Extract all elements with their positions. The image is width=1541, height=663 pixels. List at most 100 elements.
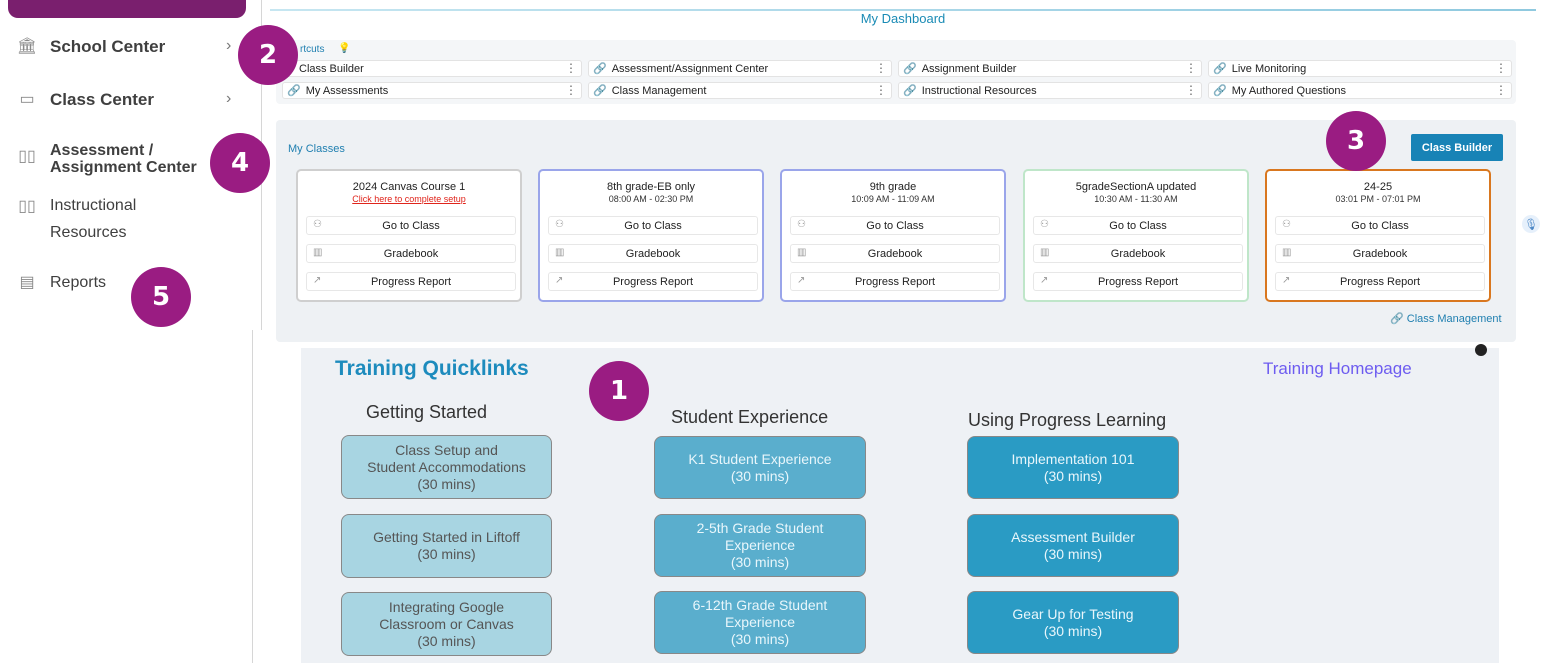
shortcut-label: My Authored Questions xyxy=(1231,84,1347,97)
action-label: Progress Report xyxy=(612,275,694,288)
school-icon: 🏛 xyxy=(16,38,38,55)
sidebar-item-class-center[interactable]: ▭ Class Center xyxy=(16,89,154,110)
action-label: Gradebook xyxy=(1110,247,1166,260)
class-time: 03:01 PM - 07:01 PM xyxy=(1335,194,1421,204)
more-options-icon[interactable]: ⋮ xyxy=(565,83,577,98)
sidebar-item-label: School Center xyxy=(50,37,166,56)
go-to-class-button[interactable]: ⚇ Go to Class xyxy=(790,216,1000,235)
training-button-gear-up[interactable]: Gear Up for Testing (30 mins) xyxy=(967,591,1179,654)
chevron-right-icon: › xyxy=(226,90,232,107)
class-builder-button[interactable]: Class Builder xyxy=(1411,134,1503,161)
shortcut-my-assessments[interactable]: 🔗 My Assessments ⋮ xyxy=(282,82,582,99)
go-to-class-button[interactable]: ⚇ Go to Class xyxy=(1033,216,1243,235)
more-options-icon[interactable]: ⋮ xyxy=(875,83,887,98)
action-label: Go to Class xyxy=(382,219,440,232)
gradebook-button[interactable]: ▥ Gradebook xyxy=(306,244,516,263)
link-icon: 🔗 xyxy=(593,85,607,97)
training-button-assessment-builder[interactable]: Assessment Builder (30 mins) xyxy=(967,514,1179,577)
sidebar-item-label: Reports xyxy=(50,274,107,291)
callout-badge: 1 xyxy=(589,361,649,421)
class-management-label: Class Management xyxy=(1406,313,1502,325)
link-icon: 🔗 xyxy=(1213,85,1227,97)
shortcut-live-monitoring[interactable]: 🔗 Live Monitoring ⋮ xyxy=(1208,60,1512,77)
people-icon: ⚇ xyxy=(797,219,806,230)
class-card: 8th grade-EB only 08:00 AM - 02:30 PM ⚇ Go … xyxy=(538,169,764,302)
more-options-icon[interactable]: ⋮ xyxy=(875,61,887,76)
training-button-getting-started[interactable]: Getting Started in Liftoff (30 mins) xyxy=(341,514,552,578)
training-homepage-link[interactable]: Training Homepage xyxy=(1263,359,1412,379)
class-management-link[interactable]: 🔗 Class Management xyxy=(1390,312,1502,325)
training-button-integrating[interactable]: Integrating Google Classroom or Canvas (… xyxy=(341,592,552,656)
action-label: Progress Report xyxy=(854,275,936,288)
action-label: Go to Class xyxy=(1109,219,1167,232)
progress-report-button[interactable]: ↗ Progress Report xyxy=(548,272,758,291)
gradebook-icon: ▥ xyxy=(555,247,565,258)
shortcut-class-management[interactable]: 🔗 Class Management ⋮ xyxy=(588,82,892,99)
more-options-icon[interactable]: ⋮ xyxy=(1185,61,1197,76)
sidebar-item-assessment-center[interactable]: ▯▯ Assessment / Assignment Center xyxy=(16,142,197,176)
shortcut-assessment-center[interactable]: 🔗 Assessment/Assignment Center ⋮ xyxy=(588,60,892,77)
shortcut-assignment-builder[interactable]: 🔗 Assignment Builder ⋮ xyxy=(898,60,1202,77)
go-to-class-button[interactable]: ⚇ Go to Class xyxy=(1275,216,1485,235)
close-dot-icon[interactable] xyxy=(1475,344,1487,356)
class-icon: ▭ xyxy=(19,91,35,108)
sidebar-item-instructional-resources[interactable]: ▯▯ Instructional Resources xyxy=(16,196,136,246)
go-to-class-button[interactable]: ⚇ Go to Class xyxy=(548,216,758,235)
more-options-icon[interactable]: ⋮ xyxy=(1495,61,1507,76)
report-icon: ▤ xyxy=(19,274,35,291)
people-icon: ⚇ xyxy=(313,219,322,230)
class-title: 9th grade xyxy=(869,181,917,193)
progress-report-button[interactable]: ↗ Progress Report xyxy=(790,272,1000,291)
shortcut-class-builder[interactable]: Class Builder ⋮ xyxy=(282,60,582,77)
action-label: Go to Class xyxy=(1351,219,1409,232)
gradebook-button[interactable]: ▥ Gradebook xyxy=(790,244,1000,263)
sidebar-active-bar[interactable] xyxy=(8,0,246,18)
go-to-class-button[interactable]: ⚇ Go to Class xyxy=(306,216,516,235)
link-icon: 🔗 xyxy=(287,85,301,97)
chart-icon: ↗ xyxy=(313,275,322,286)
action-label: Gradebook xyxy=(867,247,923,260)
link-icon: 🔗 xyxy=(1213,63,1227,75)
gradebook-button[interactable]: ▥ Gradebook xyxy=(1033,244,1243,263)
action-label: Progress Report xyxy=(1339,275,1421,288)
sidebar-divider xyxy=(252,330,253,663)
microphone-icon[interactable]: 🎙 xyxy=(1522,215,1540,233)
training-button-implementation[interactable]: Implementation 101 (30 mins) xyxy=(967,436,1179,499)
complete-setup-link[interactable]: Click here to complete setup xyxy=(298,194,520,204)
training-title: Training Quicklinks xyxy=(335,357,529,380)
sidebar: 🏛 School Center › ▭ Class Center › ▯▯ As… xyxy=(0,0,262,663)
progress-report-button[interactable]: ↗ Progress Report xyxy=(1275,272,1485,291)
gradebook-button[interactable]: ▥ Gradebook xyxy=(1275,244,1485,263)
shortcut-label: My Assessments xyxy=(305,84,389,97)
sidebar-item-school-center[interactable]: 🏛 School Center xyxy=(16,36,165,57)
shortcut-label: Class Management xyxy=(611,84,707,97)
training-button-k1[interactable]: K1 Student Experience (30 mins) xyxy=(654,436,866,499)
book-icon: ▯▯ xyxy=(18,148,36,165)
page-title: My Dashboard xyxy=(860,11,946,26)
progress-report-button[interactable]: ↗ Progress Report xyxy=(1033,272,1243,291)
class-title: 24-25 xyxy=(1363,181,1393,193)
callout-badge: 4 xyxy=(210,133,270,193)
more-options-icon[interactable]: ⋮ xyxy=(565,61,577,76)
chart-icon: ↗ xyxy=(797,275,806,286)
more-options-icon[interactable]: ⋮ xyxy=(1495,83,1507,98)
training-button-class-setup[interactable]: Class Setup and Student Accommodations (… xyxy=(341,435,552,499)
shortcuts-label: rtcuts xyxy=(300,44,325,55)
callout-badge: 5 xyxy=(131,267,191,327)
class-card: 2024 Canvas Course 1 Click here to comple… xyxy=(296,169,522,302)
training-button-6-12[interactable]: 6-12th Grade Student Experience (30 mins… xyxy=(654,591,866,654)
more-options-icon[interactable]: ⋮ xyxy=(1185,83,1197,98)
training-button-2-5[interactable]: 2-5th Grade Student Experience (30 mins) xyxy=(654,514,866,577)
class-card: 9th grade 10:09 AM - 11:09 AM ⚇ Go to Class… xyxy=(780,169,1006,302)
shortcut-instructional-resources[interactable]: 🔗 Instructional Resources ⋮ xyxy=(898,82,1202,99)
progress-report-button[interactable]: ↗ Progress Report xyxy=(306,272,516,291)
column-heading: Student Experience xyxy=(671,407,829,427)
action-label: Progress Report xyxy=(370,275,452,288)
sidebar-item-label: Instructional Resources xyxy=(50,197,137,241)
class-time: 08:00 AM - 02:30 PM xyxy=(608,194,694,204)
shortcut-authored-questions[interactable]: 🔗 My Authored Questions ⋮ xyxy=(1208,82,1512,99)
gradebook-icon: ▥ xyxy=(1282,247,1292,258)
sidebar-item-reports[interactable]: ▤ Reports xyxy=(16,272,106,293)
gradebook-button[interactable]: ▥ Gradebook xyxy=(548,244,758,263)
shortcut-label: Assignment Builder xyxy=(921,62,1017,75)
